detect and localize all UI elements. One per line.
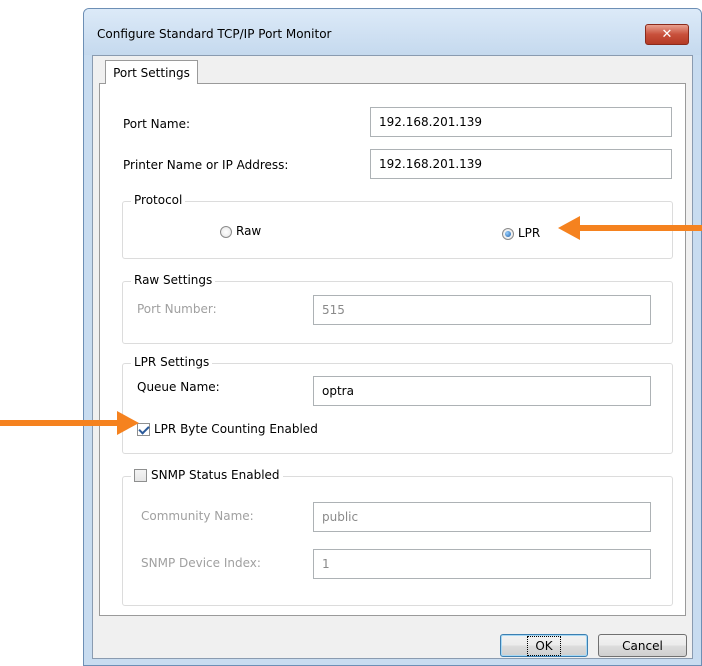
raw-radio[interactable]	[220, 226, 232, 238]
printer-address-input[interactable]: 192.168.201.139	[370, 149, 672, 179]
close-button[interactable]: ✕	[645, 24, 689, 45]
ok-button-label: OK	[527, 635, 561, 656]
protocol-legend: Protocol	[131, 193, 186, 207]
tab-port-settings[interactable]: Port Settings	[105, 60, 198, 84]
byte-counting-callout-arrow-icon	[0, 411, 139, 435]
snmp-status-checkbox[interactable]	[134, 468, 147, 482]
byte-counting-option[interactable]: LPR Byte Counting Enabled	[137, 422, 318, 436]
dialog-client-area: Port Settings Port Name: 192.168.201.139…	[92, 55, 693, 659]
lpr-settings-group: LPR Settings Queue Name: optra LPR Byte …	[122, 355, 673, 454]
protocol-callout-arrow-icon	[558, 216, 702, 240]
window-title: Configure Standard TCP/IP Port Monitor	[97, 27, 332, 41]
snmp-group: SNMP Status Enabled Community Name: publ…	[122, 468, 673, 606]
port-settings-panel: Port Name: 192.168.201.139 Printer Name …	[99, 83, 686, 616]
lpr-radio[interactable]	[502, 228, 514, 240]
community-name-label: Community Name:	[141, 509, 254, 523]
device-index-label: SNMP Device Index:	[141, 556, 261, 570]
byte-counting-label: LPR Byte Counting Enabled	[154, 422, 318, 436]
printer-address-label: Printer Name or IP Address:	[123, 158, 289, 172]
community-name-input[interactable]: public	[313, 502, 651, 532]
dialog-window: Configure Standard TCP/IP Port Monitor ✕…	[83, 8, 702, 666]
lpr-radio-label[interactable]: LPR	[518, 226, 540, 240]
snmp-status-label: SNMP Status Enabled	[151, 468, 280, 482]
raw-settings-group: Raw Settings Port Number: 515	[122, 273, 673, 344]
title-bar[interactable]: Configure Standard TCP/IP Port Monitor ✕	[84, 9, 701, 55]
ok-button[interactable]: OK	[500, 634, 588, 657]
port-name-input[interactable]: 192.168.201.139	[370, 107, 672, 137]
lpr-settings-legend: LPR Settings	[131, 355, 213, 369]
close-icon: ✕	[661, 27, 673, 42]
raw-radio-label[interactable]: Raw	[236, 224, 261, 238]
port-number-label: Port Number:	[137, 302, 217, 316]
queue-name-input[interactable]: optra	[313, 376, 651, 406]
device-index-input[interactable]: 1	[313, 549, 651, 579]
snmp-legend-option[interactable]: SNMP Status Enabled	[131, 468, 283, 482]
queue-name-label: Queue Name:	[137, 380, 220, 394]
port-name-label: Port Name:	[123, 117, 191, 131]
cancel-button[interactable]: Cancel	[598, 634, 687, 657]
raw-settings-legend: Raw Settings	[131, 273, 216, 287]
port-number-input[interactable]: 515	[313, 295, 651, 325]
